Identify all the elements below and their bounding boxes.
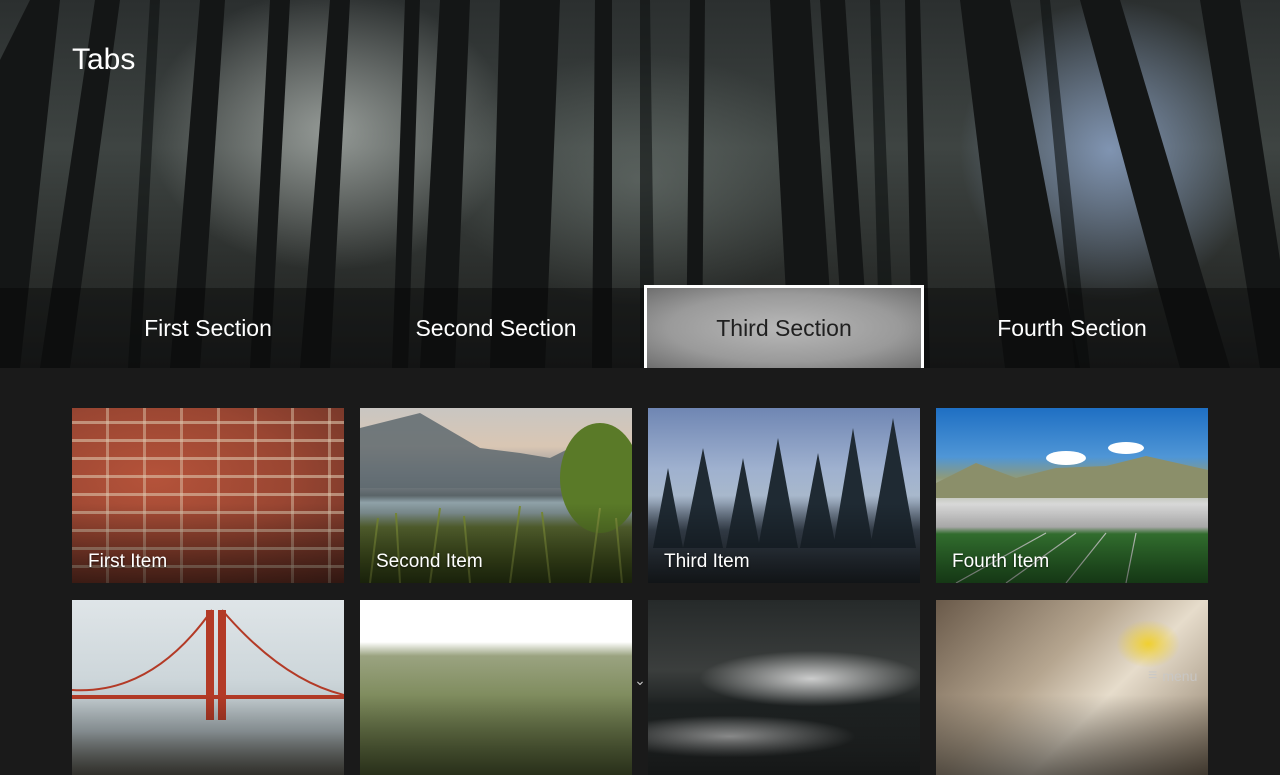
grid-item-label: Second Item: [376, 551, 483, 572]
grid-item-label: First Item: [88, 551, 168, 572]
tab-third-section[interactable]: Third Section: [644, 285, 924, 368]
card-shade: [936, 695, 1208, 775]
grid-item-label: Fourth Item: [952, 551, 1050, 572]
menu-hint[interactable]: ≡ menu: [1148, 667, 1198, 685]
grid-item-label: Third Item: [664, 551, 750, 572]
grid-item-second[interactable]: Second Item: [360, 408, 632, 583]
card-shade: [72, 695, 344, 775]
grid-item-fourth[interactable]: Fourth Item: [936, 408, 1208, 583]
hamburger-icon: ≡: [1148, 667, 1158, 684]
grid-item-eighth[interactable]: [936, 600, 1208, 775]
grid-item-first[interactable]: First Item: [72, 408, 344, 583]
grid-item-fifth[interactable]: [72, 600, 344, 775]
tab-first-section[interactable]: First Section: [64, 288, 352, 368]
tab-bar: First Section Second Section Third Secti…: [0, 285, 1280, 368]
grid-item-seventh[interactable]: [648, 600, 920, 775]
hero-banner: Tabs First Section Second Section Third …: [0, 0, 1280, 368]
chevron-down-icon: ⌄: [634, 672, 646, 688]
tab-second-section[interactable]: Second Section: [352, 288, 640, 368]
grid-item-third[interactable]: Third Item: [648, 408, 920, 583]
menu-label: menu: [1162, 668, 1198, 684]
grid-item-sixth[interactable]: [360, 600, 632, 775]
card-shade: [360, 695, 632, 775]
tab-fourth-section[interactable]: Fourth Section: [928, 288, 1216, 368]
page-title: Tabs: [72, 43, 136, 76]
card-shade: [648, 695, 920, 775]
